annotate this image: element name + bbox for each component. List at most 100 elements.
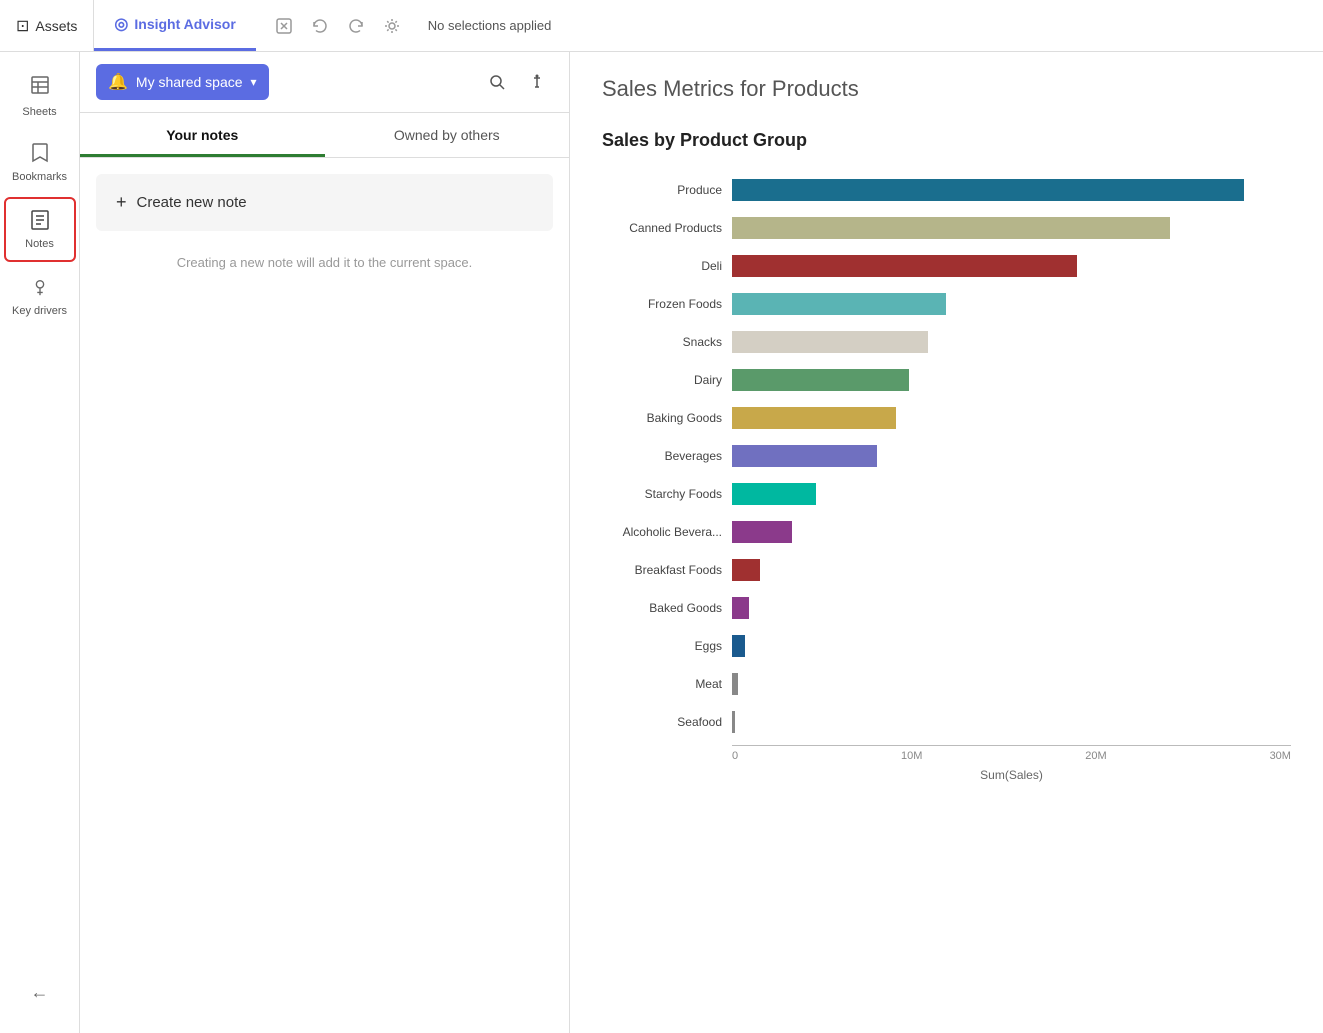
bar-track	[732, 331, 1291, 353]
chart-container: Produce Canned Products Deli Frozen Food…	[602, 171, 1291, 782]
bar-label: Breakfast Foods	[602, 563, 732, 577]
bar-fill	[732, 483, 816, 505]
sidebar-item-bookmarks[interactable]: Bookmarks	[4, 132, 76, 193]
bar-track	[732, 179, 1291, 201]
bar-label: Produce	[602, 183, 732, 197]
bar-fill	[732, 369, 909, 391]
sheets-label: Sheets	[22, 106, 56, 118]
x-axis-label: Sum(Sales)	[732, 768, 1291, 782]
sidebar-item-key-drivers[interactable]: Key drivers	[4, 266, 76, 327]
sidebar-collapse-button[interactable]: ←	[4, 972, 76, 1013]
bar-fill	[732, 597, 749, 619]
bar-label: Frozen Foods	[602, 297, 732, 311]
notes-hint-text: Creating a new note will add it to the c…	[80, 247, 569, 278]
bar-track	[732, 255, 1291, 277]
assets-tab[interactable]: ⊡ Assets	[0, 0, 94, 51]
sidebar-item-sheets[interactable]: Sheets	[4, 64, 76, 128]
bar-label: Baked Goods	[602, 601, 732, 615]
bar-row: Meat	[602, 665, 1291, 703]
bar-label: Dairy	[602, 373, 732, 387]
bar-fill	[732, 255, 1077, 277]
redo-icon[interactable]	[340, 10, 372, 42]
assets-icon: ⊡	[16, 16, 29, 36]
collapse-icon: ←	[31, 982, 49, 1003]
no-selections-label: No selections applied	[428, 18, 552, 33]
bar-row: Baked Goods	[602, 589, 1291, 627]
bar-label: Seafood	[602, 715, 732, 729]
insight-advisor-tab[interactable]: ◎ Insight Advisor	[94, 0, 255, 51]
bar-label: Baking Goods	[602, 411, 732, 425]
bar-track	[732, 673, 1291, 695]
bar-row: Starchy Foods	[602, 475, 1291, 513]
bar-label: Eggs	[602, 639, 732, 653]
assets-label: Assets	[35, 18, 77, 34]
bar-row: Eggs	[602, 627, 1291, 665]
insight-label: Insight Advisor	[134, 16, 235, 32]
bar-row: Deli	[602, 247, 1291, 285]
bar-track	[732, 407, 1291, 429]
topbar: ⊡ Assets ◎ Insight Advisor No selections…	[0, 0, 1323, 52]
bar-row: Dairy	[602, 361, 1291, 399]
settings-icon[interactable]	[376, 10, 408, 42]
pin-icon[interactable]	[521, 66, 553, 98]
search-notes-icon[interactable]	[481, 66, 513, 98]
key-drivers-icon	[30, 276, 50, 301]
space-name: My shared space	[136, 74, 243, 90]
space-icon: 🔔	[108, 72, 128, 92]
notes-panel: 🔔 My shared space ▾ Your notes Owned by …	[80, 52, 570, 1033]
chevron-down-icon: ▾	[251, 75, 257, 89]
notes-header-actions	[481, 66, 553, 98]
bar-fill	[732, 407, 896, 429]
notes-icon	[30, 209, 50, 234]
sidebar: Sheets Bookmarks Notes Key drivers ←	[0, 52, 80, 1033]
notes-panel-header: 🔔 My shared space ▾	[80, 52, 569, 113]
notes-tabs: Your notes Owned by others	[80, 113, 569, 158]
bar-track	[732, 445, 1291, 467]
bar-row: Beverages	[602, 437, 1291, 475]
tab-owned-by-others[interactable]: Owned by others	[325, 113, 570, 157]
bar-row: Alcoholic Bevera...	[602, 513, 1291, 551]
bar-fill	[732, 559, 760, 581]
bar-chart: Produce Canned Products Deli Frozen Food…	[602, 171, 1291, 741]
bar-fill	[732, 293, 946, 315]
bar-fill	[732, 179, 1244, 201]
bar-track	[732, 217, 1291, 239]
bar-label: Deli	[602, 259, 732, 273]
chart-title: Sales by Product Group	[602, 130, 1291, 151]
bar-fill	[732, 673, 738, 695]
bar-fill	[732, 521, 792, 543]
bar-track	[732, 483, 1291, 505]
bar-fill	[732, 217, 1170, 239]
bar-fill	[732, 331, 928, 353]
chart-main-title: Sales Metrics for Products	[602, 76, 1291, 102]
bar-track	[732, 711, 1291, 733]
create-new-note-label: Create new note	[137, 194, 247, 211]
tab-your-notes[interactable]: Your notes	[80, 113, 325, 157]
bar-label: Beverages	[602, 449, 732, 463]
create-new-note-button[interactable]: + Create new note	[96, 174, 553, 231]
bar-track	[732, 635, 1291, 657]
sidebar-item-notes[interactable]: Notes	[4, 197, 76, 262]
bar-label: Meat	[602, 677, 732, 691]
insight-icon: ◎	[114, 14, 128, 34]
chart-axis-labels: 0 10M 20M 30M	[732, 746, 1291, 762]
sheets-icon	[29, 74, 51, 102]
bar-fill	[732, 711, 735, 733]
undo-icon[interactable]	[304, 10, 336, 42]
bar-label: Snacks	[602, 335, 732, 349]
bar-track	[732, 597, 1291, 619]
bar-row: Snacks	[602, 323, 1291, 361]
bar-row: Produce	[602, 171, 1291, 209]
bar-label: Alcoholic Bevera...	[602, 525, 732, 539]
space-selector-button[interactable]: 🔔 My shared space ▾	[96, 64, 269, 100]
key-drivers-label: Key drivers	[12, 305, 67, 317]
bar-track	[732, 559, 1291, 581]
smart-search-icon[interactable]	[268, 10, 300, 42]
bar-fill	[732, 635, 745, 657]
chart-area: Sales Metrics for Products Sales by Prod…	[570, 52, 1323, 1033]
bar-row: Seafood	[602, 703, 1291, 741]
bar-label: Canned Products	[602, 221, 732, 235]
bar-row: Frozen Foods	[602, 285, 1291, 323]
notes-label: Notes	[25, 238, 54, 250]
bar-track	[732, 293, 1291, 315]
